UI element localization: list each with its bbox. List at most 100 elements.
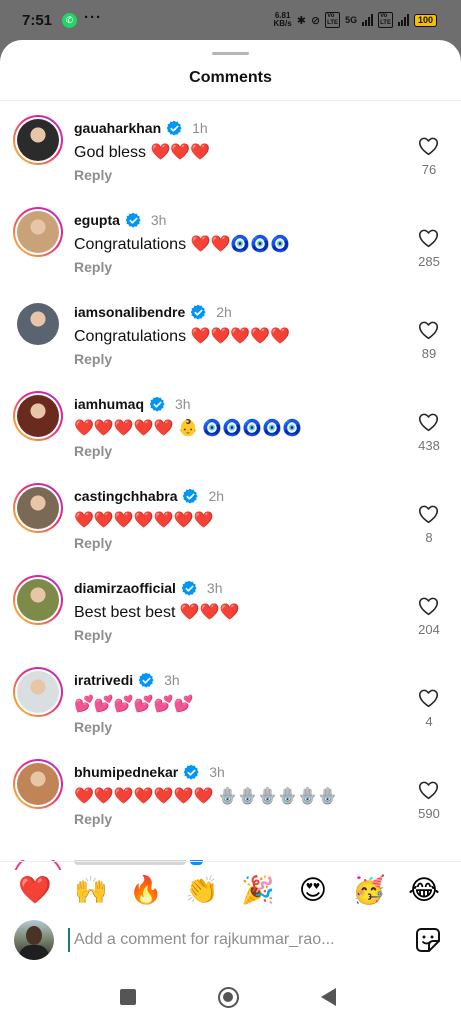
whatsapp-icon: ✆ [62,13,77,28]
comment-time: 3h [164,672,180,688]
comment-time: 3h [150,212,167,228]
quick-emoji-button[interactable]: 🥳 [349,870,389,910]
avatar [17,579,59,621]
verified-icon [167,120,182,136]
comment-text: Best best best ❤️❤️❤️ [74,604,240,621]
username-link[interactable]: iratrivedi [74,672,133,688]
avatar-gap [15,393,61,439]
status-time: 7:51 [22,12,53,29]
mute-icon: ⊘ [310,14,321,27]
comment-list[interactable]: gauaharkhan 1h God bless ❤️❤️❤️ Reply 76 egup… [0,102,461,860]
like-count: 76 [421,162,437,177]
avatar-ring[interactable] [13,759,63,809]
avatar-ring[interactable] [13,483,63,533]
username-link[interactable]: castingchhabra [74,488,177,504]
like-count: 204 [418,622,440,637]
like-heart-icon[interactable] [418,504,439,524]
like-count: 438 [418,438,440,453]
avatar [17,119,59,161]
comment-header: iamsonalibendre 2h [74,304,232,320]
volte-icon: Vo LTE [325,12,341,28]
comment-row: diamirzaofficial 3h Best best best ❤️❤️❤️ R… [0,562,461,654]
username-link[interactable]: gauaharkhan [74,120,161,136]
reply-button[interactable]: Reply [74,627,112,643]
avatar-gap [15,761,61,807]
comment-text: Congratulations ❤️❤️🧿🧿🧿 [74,236,291,253]
username-link[interactable]: bhumipednekar [74,764,178,780]
like-count: 4 [425,714,433,729]
avatar-gap [15,485,61,531]
reply-button[interactable]: Reply [74,719,112,735]
comment-header: iratrivedi 3h [74,672,180,688]
username-link[interactable]: diamirzaofficial [74,580,176,596]
avatar-ring[interactable] [13,115,63,165]
battery-icon: 100 [413,13,437,27]
comment-text: ❤️❤️❤️❤️❤️❤️❤️ 🪬🪬🪬🪬🪬🪬 [74,788,338,805]
quick-emoji-button[interactable]: 😍 [293,870,333,910]
system-nav-bar [0,974,461,1024]
username-link[interactable]: iamsonalibendre [74,304,185,320]
avatar [17,395,59,437]
quick-emoji-button[interactable]: 🔥 [126,870,166,910]
verified-icon [183,488,199,504]
quick-emoji-button[interactable]: 😂 [404,870,444,910]
back-button[interactable] [321,988,336,1006]
comment-text: ❤️❤️❤️❤️❤️ 👶 🧿🧿🧿🧿🧿 [74,420,303,437]
reply-button[interactable]: Reply [74,167,112,183]
reply-button[interactable]: Reply [74,811,112,827]
like-heart-icon[interactable] [418,780,439,800]
comment-row: castingchhabra 2h ❤️❤️❤️❤️❤️❤️❤️ Reply 8 [0,470,461,562]
verified-icon [150,396,165,412]
recents-button[interactable] [120,989,136,1005]
comment-row: gauaharkhan 1h God bless ❤️❤️❤️ Reply 76 [0,102,461,194]
comment-text: Congratulations ❤️❤️❤️❤️❤️ [74,328,291,345]
avatar-ring[interactable] [13,667,63,717]
reply-button[interactable]: Reply [74,259,112,275]
comment-input[interactable] [68,928,398,952]
like-count: 590 [418,806,440,821]
comment-row: iamsonalibendre 2h Congratulations ❤️❤️❤️❤… [0,286,461,378]
like-heart-icon[interactable] [418,136,439,156]
home-button[interactable] [218,987,239,1008]
quick-emoji-button[interactable]: 🙌 [71,870,111,910]
like-heart-icon[interactable] [418,320,439,340]
avatar-ring[interactable] [13,391,63,441]
drag-handle[interactable] [212,52,249,55]
quick-emoji-button[interactable]: 🎉 [238,870,278,910]
like-heart-icon[interactable] [418,688,439,708]
more-notifications-icon: ··· [84,9,102,26]
comment-header: castingchhabra 2h [74,488,224,504]
like-heart-icon[interactable] [418,412,439,432]
username-link[interactable]: egupta [74,212,120,228]
comment-composer [0,915,461,965]
network-type: 5G [345,15,358,25]
sticker-icon[interactable] [415,927,441,953]
verified-icon [181,580,197,596]
avatar-ring[interactable] [13,207,63,257]
avatar[interactable] [17,303,59,345]
reply-button[interactable]: Reply [74,535,112,551]
like-count: 89 [421,346,437,361]
avatar-gap [15,209,61,255]
my-avatar [14,920,54,960]
avatar-shirt [19,945,49,960]
quick-emoji-button[interactable]: 👏 [182,870,222,910]
comment-header: gauaharkhan 1h [74,120,208,136]
comment-time: 3h [175,396,191,412]
username-link[interactable]: iamhumaq [74,396,144,412]
like-count: 8 [425,530,433,545]
bluetooth-icon: ✱ [296,14,306,27]
signal-icon [362,14,374,26]
comment-row: iamhumaq 3h ❤️❤️❤️❤️❤️ 👶 🧿🧿🧿🧿🧿 Reply 438 [0,378,461,470]
quick-emoji-bar: ❤️ 🙌 🔥 👏 🎉 😍 🥳 😂 [0,870,461,910]
comment-header: egupta 3h [74,212,166,228]
like-heart-icon[interactable] [418,228,439,248]
reply-button[interactable]: Reply [74,443,112,459]
avatar [17,763,59,805]
comment-header: bhumipednekar 3h [74,764,225,780]
avatar-ring[interactable] [13,575,63,625]
like-heart-icon[interactable] [418,596,439,616]
comment-header: iamhumaq 3h [74,396,191,412]
quick-emoji-button[interactable]: ❤️ [15,870,55,910]
reply-button[interactable]: Reply [74,351,112,367]
